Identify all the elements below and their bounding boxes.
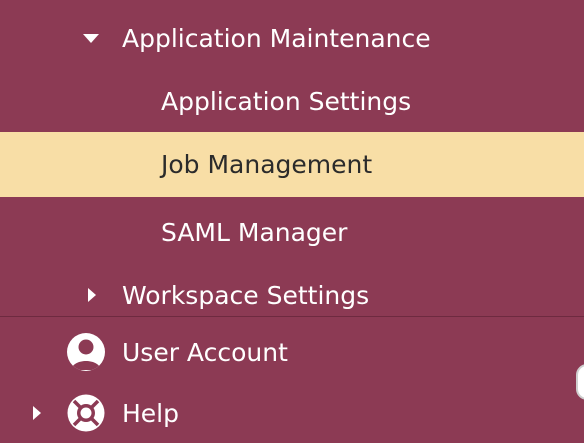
menu-item-application-settings[interactable]: Application Settings <box>0 70 584 132</box>
menu-item-label: User Account <box>122 337 288 367</box>
menu-item-label: Help <box>122 398 179 428</box>
chevron-down-icon[interactable] <box>83 34 99 43</box>
menu-item-user-account[interactable]: User Account <box>0 325 584 379</box>
menu-item-saml-manager[interactable]: SAML Manager <box>0 200 584 264</box>
menu-item-label: SAML Manager <box>161 217 348 247</box>
menu-item-label: Job Management <box>161 150 373 179</box>
menu-divider <box>0 316 584 317</box>
scrollbar-handle[interactable] <box>576 364 584 400</box>
menu-item-job-management[interactable]: Job Management <box>0 132 584 197</box>
chevron-right-icon[interactable] <box>88 288 96 302</box>
menu-item-label: Application Settings <box>161 86 412 116</box>
navigation-menu: Application Maintenance Application Sett… <box>0 0 584 443</box>
menu-item-help[interactable]: Help <box>0 384 584 442</box>
chevron-right-icon[interactable] <box>33 406 41 420</box>
user-circle-icon <box>66 332 106 372</box>
menu-item-label: Application Maintenance <box>122 23 431 53</box>
menu-item-label: Workspace Settings <box>122 280 370 310</box>
menu-item-application-maintenance[interactable]: Application Maintenance <box>0 10 584 66</box>
lifebuoy-icon <box>66 393 106 433</box>
